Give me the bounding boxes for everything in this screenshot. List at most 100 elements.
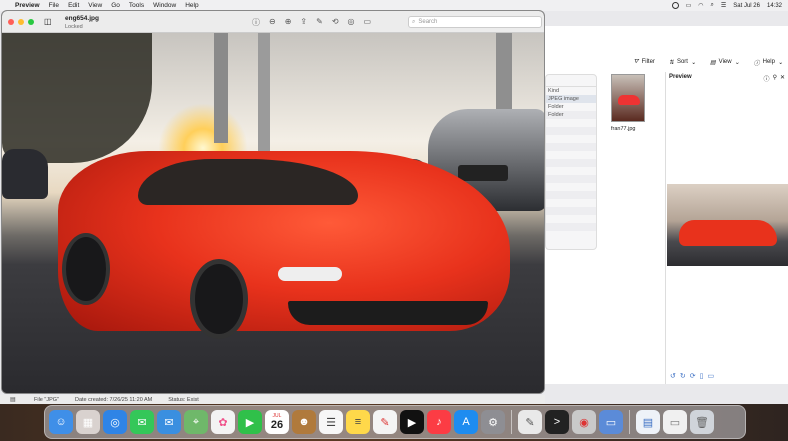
filter-button[interactable]: ⛛ Filter [634, 59, 655, 66]
menu-go[interactable]: Go [111, 2, 120, 9]
share-icon[interactable]: ⇪ [300, 17, 307, 28]
calendar-day: 26 [270, 419, 284, 431]
rotate-right-icon[interactable]: ↻ [680, 372, 686, 380]
document-title[interactable]: eng654.jpg [65, 15, 99, 22]
wifi-icon[interactable]: ◠ [698, 2, 703, 9]
menu-help[interactable]: Help [185, 2, 198, 9]
launchpad-icon[interactable]: ▦ [76, 410, 100, 434]
info-icon[interactable]: ⓘ [252, 17, 260, 28]
help-icon: ⓘ [753, 60, 760, 67]
front-wheel [190, 259, 248, 339]
close-icon[interactable]: ✕ [780, 74, 785, 83]
dock-separator [629, 410, 630, 434]
menu-date[interactable]: Sat Jul 26 [733, 3, 760, 9]
menu-time[interactable]: 14:32 [767, 3, 782, 9]
zoom-out-icon[interactable]: ⊖ [269, 17, 276, 28]
rear-wheel [62, 233, 110, 305]
info-icon[interactable]: ⓘ [764, 74, 770, 83]
safari-icon[interactable]: ◎ [103, 410, 127, 434]
menu-file[interactable]: File [49, 2, 59, 9]
contacts-icon[interactable]: ☻ [292, 410, 316, 434]
sort-button[interactable]: ⇅ Sort ⌄ [669, 59, 696, 66]
list-item-empty [546, 231, 596, 239]
sidebar-toggle-icon[interactable]: ◫ [44, 17, 52, 26]
refresh-icon[interactable]: ⟳ [690, 372, 696, 380]
file-thumbnail[interactable] [611, 74, 645, 122]
filter-icon: ⛛ [633, 58, 639, 65]
menu-window[interactable]: Window [153, 2, 176, 9]
trash-icon[interactable]: 🗑 [690, 410, 714, 434]
thumbnail-label[interactable]: fran77.jpg [611, 126, 651, 132]
facetime-icon[interactable]: ▶ [238, 410, 262, 434]
search-icon: ⌕ [412, 18, 416, 25]
preview-icon[interactable]: ▭ [599, 410, 623, 434]
tv-icon[interactable]: ▶ [400, 410, 424, 434]
record-icon[interactable] [671, 2, 679, 9]
list-item-empty [546, 223, 596, 231]
freeform-icon[interactable]: ✎ [373, 410, 397, 434]
dock: ☺ ▦ ◎ ✉ ✉ ⌖ ✿ ▶ JUL 26 ☻ ☰ ≡ ✎ ▶ ♪ A ⚙ ✎ … [44, 405, 746, 439]
maps-icon[interactable]: ⌖ [184, 410, 208, 434]
file-list: Kind JPEG image Folder Folder [545, 74, 597, 250]
preview-titlebar[interactable]: ◫ eng654.jpg Locked ⓘ ⊖ ⊕ ⇪ ✎ ⟲ ◎ ▭ ⌕ Se… [2, 11, 544, 33]
chevron-down-icon: ⌄ [734, 59, 740, 66]
close-button[interactable] [8, 19, 14, 25]
list-item[interactable]: JPEG image [546, 95, 596, 103]
app-menu[interactable]: Preview [15, 2, 40, 9]
app-store-icon[interactable]: A [454, 410, 478, 434]
chevron-down-icon: ⌄ [690, 59, 696, 66]
list-item-empty [546, 159, 596, 167]
pillar [214, 33, 228, 143]
pin-icon[interactable]: ⚲ [773, 74, 777, 83]
markup-icon[interactable]: ✎ [316, 17, 323, 28]
terminal-icon[interactable]: > [545, 410, 569, 434]
document-icon[interactable]: ▤ [636, 410, 660, 434]
mail-icon[interactable]: ✉ [157, 410, 181, 434]
menu-edit[interactable]: Edit [68, 2, 79, 9]
view-button[interactable]: ▤ View ⌄ [710, 59, 740, 66]
split-view-icon[interactable]: ▯ [700, 372, 704, 380]
list-item-empty [546, 127, 596, 135]
suv-grille [458, 165, 508, 181]
battery-icon[interactable]: ▭ [686, 2, 692, 9]
windshield [138, 159, 358, 205]
music-icon[interactable]: ♪ [427, 410, 451, 434]
help-button[interactable]: ⓘ Help ⌄ [754, 58, 783, 67]
column-header-kind[interactable]: Kind [546, 87, 596, 95]
rotate-left-icon[interactable]: ↺ [670, 372, 676, 380]
textedit-icon[interactable]: ✎ [518, 410, 542, 434]
red-sports-car [58, 151, 510, 339]
menu-tools[interactable]: Tools [129, 2, 144, 9]
markup-toolbar-icon[interactable]: ◎ [348, 17, 355, 28]
preview-pane: Preview ⓘ ⚲ ✕ ↺ ↻ ⟳ ▯ ▭ [665, 72, 788, 384]
rotate-icon[interactable]: ⟲ [332, 17, 339, 28]
folder-stack-icon[interactable]: ▭ [663, 410, 687, 434]
photos-icon[interactable]: ✿ [211, 410, 235, 434]
info-icon[interactable]: ▤ [10, 396, 16, 403]
zoom-button[interactable] [28, 19, 34, 25]
search-field[interactable]: ⌕ Search [408, 16, 542, 28]
menu-view[interactable]: View [88, 2, 102, 9]
sort-icon: ⇅ [668, 59, 674, 66]
reminders-icon[interactable]: ☰ [319, 410, 343, 434]
gallery-icon[interactable]: ▭ [707, 372, 714, 380]
search-icon[interactable]: ⌕ [711, 2, 714, 9]
photo-canvas[interactable] [2, 33, 544, 393]
view-icon: ▤ [710, 59, 716, 66]
zoom-in-icon[interactable]: ⊕ [285, 17, 292, 28]
minimize-button[interactable] [18, 19, 24, 25]
list-item-empty [546, 199, 596, 207]
menu-bar-left: Preview File Edit View Go Tools Window H… [6, 2, 199, 9]
help-viewer-icon[interactable]: ◉ [572, 410, 596, 434]
notes-icon[interactable]: ≡ [346, 410, 370, 434]
form-fill-icon[interactable]: ▭ [364, 17, 372, 28]
finder-icon[interactable]: ☺ [49, 410, 73, 434]
system-settings-icon[interactable]: ⚙ [481, 410, 505, 434]
messages-icon[interactable]: ✉ [130, 410, 154, 434]
preview-pane-controls: ⓘ ⚲ ✕ [764, 74, 785, 83]
list-item[interactable]: Folder [546, 111, 596, 119]
calendar-icon[interactable]: JUL 26 [265, 410, 289, 434]
list-item-empty [546, 119, 596, 127]
control-center-icon[interactable]: ☰ [721, 2, 726, 9]
list-item[interactable]: Folder [546, 103, 596, 111]
